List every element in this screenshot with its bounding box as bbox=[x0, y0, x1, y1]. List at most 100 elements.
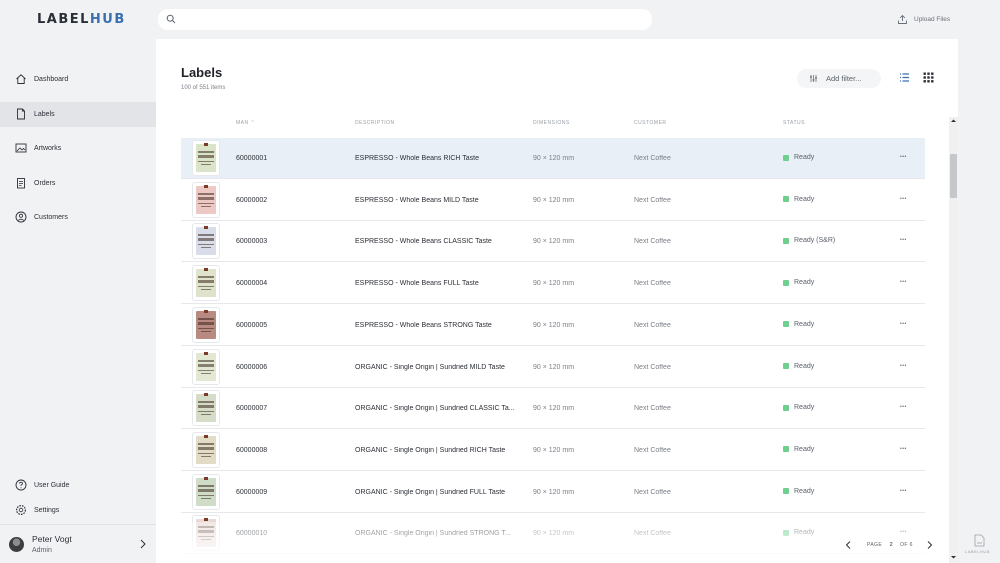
upload-icon bbox=[898, 14, 907, 24]
item-count: 100 of 551 items bbox=[181, 85, 226, 91]
upload-files-button[interactable]: Upload Files bbox=[897, 12, 950, 26]
cell-customer: Next Coffee bbox=[634, 196, 671, 204]
table-header: MAN ⌃ DESCRIPTION DIMENSIONS CUSTOMER ST… bbox=[181, 117, 925, 131]
label-thumbnail[interactable] bbox=[193, 307, 219, 342]
status-text: Ready bbox=[794, 362, 815, 370]
status-text: Ready (S&R) bbox=[794, 237, 836, 245]
label-artwork-image bbox=[196, 268, 216, 298]
sidebar-item-label: Artworks bbox=[34, 145, 62, 152]
label-logo-icon bbox=[974, 534, 985, 547]
table-row[interactable]: 60000005 ESPRESSO - Whole Beans STRONG Ta… bbox=[181, 305, 925, 346]
label-artwork-image bbox=[196, 143, 216, 172]
label-thumbnail[interactable] bbox=[193, 224, 219, 259]
search-input[interactable] bbox=[158, 9, 652, 30]
column-header-man[interactable]: MAN ⌃ bbox=[236, 120, 255, 126]
status-dot bbox=[783, 321, 789, 328]
clipboard-icon bbox=[17, 178, 25, 189]
label-artwork-image bbox=[196, 309, 216, 339]
scrollbar[interactable] bbox=[949, 117, 958, 563]
table-row[interactable]: 60000003 ESPRESSO - Whole Beans CLASSIC T… bbox=[181, 221, 925, 263]
sidebar-item-labels[interactable]: Labels bbox=[0, 102, 156, 127]
sidebar-item-dashboard[interactable]: Dashboard bbox=[0, 67, 156, 92]
table-row[interactable]: 60000009 ORGANIC - Single Origin | Sundri… bbox=[181, 472, 925, 513]
more-options-icon[interactable]: ••• bbox=[900, 488, 907, 494]
more-options-icon[interactable]: ••• bbox=[900, 279, 907, 285]
table-row[interactable]: 60000008 ORGANIC - Single Origin | Sundri… bbox=[181, 430, 925, 471]
status-text: Ready bbox=[794, 404, 815, 412]
sidebar-item-label: Dashboard bbox=[34, 76, 69, 83]
table-row[interactable]: 60000006 ORGANIC - Single Origin | Sundri… bbox=[181, 347, 925, 388]
sidebar-item-artworks[interactable]: Artworks bbox=[0, 136, 156, 161]
cell-description: ORGANIC - Single Origin | Sundried FULL … bbox=[355, 488, 506, 496]
status-text: Ready bbox=[794, 154, 815, 161]
user-menu[interactable]: Peter Vogt Admin bbox=[0, 524, 156, 563]
user-role: Admin bbox=[32, 547, 52, 554]
cell-customer: Next Coffee bbox=[634, 405, 671, 413]
sidebar-item-orders[interactable]: Orders bbox=[0, 171, 156, 196]
grid-view-icon[interactable] bbox=[923, 72, 934, 83]
more-options-icon[interactable]: ••• bbox=[900, 237, 907, 243]
column-header-description[interactable]: DESCRIPTION bbox=[355, 120, 395, 126]
label-thumbnail[interactable] bbox=[193, 182, 219, 217]
sidebar-item-settings[interactable]: Settings bbox=[0, 498, 156, 523]
sidebar-item-customers[interactable]: Customers bbox=[0, 205, 156, 230]
status-dot bbox=[783, 279, 789, 286]
pagination: PAGE 2 OF 6 bbox=[844, 539, 934, 551]
status-dot bbox=[783, 154, 789, 161]
label-artwork-image bbox=[196, 184, 216, 214]
table-row[interactable]: 60000004 ESPRESSO - Whole Beans FULL Tast… bbox=[181, 263, 925, 305]
cell-dimensions: 90 × 120 mm bbox=[533, 446, 575, 454]
table-row[interactable]: 60000002 ESPRESSO - Whole Beans MILD Tast… bbox=[181, 180, 925, 221]
cell-description: ORGANIC - Single Origin | Sundried CLASS… bbox=[355, 405, 515, 413]
status-dot bbox=[783, 363, 789, 369]
status-badge: Ready bbox=[783, 488, 814, 495]
cell-customer: Next Coffee bbox=[634, 238, 671, 246]
labels-table-body: 60000001 ESPRESSO - Whole Beans RICH Tast… bbox=[181, 138, 925, 563]
next-page-icon[interactable] bbox=[925, 540, 934, 550]
page-number-input[interactable]: 2 bbox=[886, 542, 896, 548]
cell-customer: Next Coffee bbox=[634, 155, 671, 162]
chevron-right-icon[interactable] bbox=[138, 538, 148, 550]
table-row[interactable]: 60000001 ESPRESSO - Whole Beans RICH Tast… bbox=[181, 138, 925, 179]
column-header-dimensions[interactable]: DIMENSIONS bbox=[533, 120, 570, 126]
scrollbar-thumb[interactable] bbox=[950, 154, 957, 198]
more-options-icon[interactable]: ••• bbox=[900, 446, 907, 452]
scroll-up-icon[interactable] bbox=[950, 118, 957, 124]
cell-dimensions: 90 × 120 mm bbox=[533, 155, 575, 162]
page-label: PAGE bbox=[867, 542, 883, 548]
page-total: OF 6 bbox=[900, 542, 913, 548]
label-thumbnail[interactable] bbox=[193, 141, 219, 175]
status-dot bbox=[783, 488, 789, 495]
cell-man: 60000005 bbox=[236, 321, 268, 329]
label-thumbnail[interactable] bbox=[193, 474, 219, 509]
more-options-icon[interactable]: ••• bbox=[900, 363, 907, 369]
sidebar: LABELHUB Dashboard Labels Artworks Order… bbox=[0, 0, 156, 563]
image-icon bbox=[15, 143, 27, 153]
cell-man: 60000003 bbox=[236, 238, 268, 246]
status-badge: Ready (S&R) bbox=[783, 237, 835, 244]
more-options-icon[interactable]: ••• bbox=[900, 321, 907, 327]
scroll-down-icon[interactable] bbox=[950, 554, 957, 560]
app-logo[interactable]: LABELHUB bbox=[37, 12, 126, 27]
more-options-icon[interactable]: ••• bbox=[900, 196, 907, 202]
status-text: Ready bbox=[794, 445, 815, 453]
add-filter-button[interactable]: Add filter... bbox=[797, 69, 881, 88]
cell-description: ORGANIC - Single Origin | Sundried MILD … bbox=[355, 363, 505, 371]
logo-accent-text: HUB bbox=[89, 12, 126, 27]
column-header-status[interactable]: STATUS bbox=[783, 120, 805, 126]
more-options-icon[interactable]: ••• bbox=[900, 404, 907, 410]
label-thumbnail[interactable] bbox=[193, 391, 219, 426]
cell-dimensions: 90 × 120 mm bbox=[533, 405, 575, 413]
column-header-customer[interactable]: CUSTOMER bbox=[634, 120, 667, 126]
label-thumbnail[interactable] bbox=[193, 349, 219, 384]
label-thumbnail[interactable] bbox=[193, 266, 219, 301]
sidebar-item-label: Customers bbox=[34, 214, 68, 221]
sidebar-item-label: Labels bbox=[34, 111, 55, 118]
table-row[interactable]: 60000007 ORGANIC - Single Origin | Sundri… bbox=[181, 388, 925, 430]
sidebar-item-user-guide[interactable]: User Guide bbox=[0, 473, 156, 498]
more-options-icon[interactable]: ••• bbox=[900, 154, 907, 160]
previous-page-icon[interactable] bbox=[844, 540, 853, 550]
status-badge: Ready bbox=[783, 154, 814, 161]
label-thumbnail[interactable] bbox=[193, 432, 219, 467]
list-view-icon[interactable] bbox=[899, 72, 910, 83]
